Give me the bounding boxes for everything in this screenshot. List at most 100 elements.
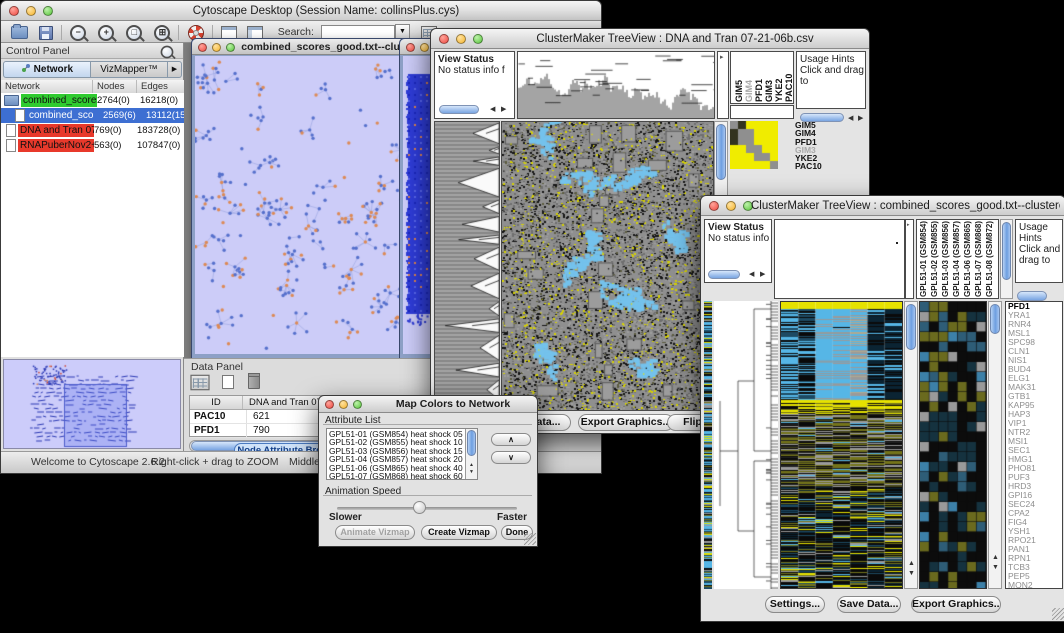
tv1-corner-box	[730, 105, 794, 119]
zoom-in-icon[interactable]: +	[98, 25, 114, 41]
network-list-row[interactable]: combined_scores 2764(0) 16218(0)	[1, 93, 184, 108]
close-button[interactable]	[198, 43, 207, 52]
treeview2-title: ClusterMaker TreeView : combined_scores_…	[751, 200, 1060, 212]
zoom-button[interactable]	[43, 6, 53, 16]
main-titlebar[interactable]: Cytoscape Desktop (Session Name: collins…	[1, 1, 601, 21]
move-down-button[interactable]: ∨	[491, 451, 531, 464]
network-canvas[interactable]	[195, 56, 429, 354]
scroll-down-icon[interactable]: ▼	[469, 469, 474, 476]
scroll-up-icon[interactable]: ▲	[469, 462, 474, 469]
minimize-button[interactable]	[26, 6, 36, 16]
network-list-row[interactable]: RNAPuberNov2+I 563(0) 107847(0)	[1, 138, 184, 153]
table-icon[interactable]	[190, 375, 209, 391]
tab-vizmapper[interactable]: VizMapper™	[91, 61, 168, 78]
zoom-fit-icon[interactable]: ⊞	[154, 25, 170, 41]
minimize-button[interactable]	[212, 43, 221, 52]
tv2-save-data-button[interactable]: Save Data...	[837, 596, 901, 613]
column-id[interactable]: ID	[190, 396, 243, 409]
tv1-similarity-matrix[interactable]	[730, 121, 778, 169]
vscroll-thumb[interactable]	[990, 304, 1000, 334]
treeview1-titlebar[interactable]: ClusterMaker TreeView : DNA and Tran 07-…	[431, 29, 869, 49]
scroll-down-icon[interactable]: ▼	[908, 570, 915, 577]
close-button[interactable]	[406, 43, 415, 52]
tv1-export-graphics-button[interactable]: Export Graphics...	[578, 414, 674, 431]
dialog-titlebar[interactable]: Map Colors to Network	[319, 396, 537, 413]
tv2-heatmap[interactable]	[781, 302, 902, 588]
tv1-column-dendrogram[interactable]	[518, 52, 714, 118]
minimize-button[interactable]	[339, 400, 348, 409]
panel-search-icon[interactable]	[161, 46, 174, 59]
new-attribute-icon[interactable]	[222, 375, 234, 389]
vscroll-thumb[interactable]	[1002, 222, 1011, 280]
tab-network[interactable]: Network	[3, 61, 91, 78]
column-label: GIM3	[764, 54, 773, 102]
scroll-up-icon[interactable]: ▲	[908, 560, 915, 567]
vscroll-thumb[interactable]	[467, 430, 476, 456]
minimize-button[interactable]	[420, 43, 429, 52]
attribute-list-item[interactable]: GPL51-07 (GSM868) heat shock 60 min	[329, 472, 463, 480]
scroll-left-icon[interactable]: ◀	[749, 271, 754, 278]
network-view-titlebar[interactable]: combined_scores_good.txt--cluste...	[192, 39, 434, 55]
tv2-settings-button[interactable]: Settings...	[765, 596, 825, 613]
gene-label[interactable]: MON2	[1008, 581, 1062, 589]
scroll-right-icon[interactable]: ▶	[858, 115, 863, 122]
tiny-arrow-icon[interactable]: ▸	[907, 222, 910, 229]
zoom-button[interactable]	[226, 43, 235, 52]
tiny-arrow-icon[interactable]: ▸	[720, 54, 724, 61]
minimize-button[interactable]	[726, 201, 736, 211]
tv2-overview-strip[interactable]	[704, 301, 712, 589]
scroll-right-icon[interactable]: ▶	[501, 106, 506, 113]
delete-attribute-icon[interactable]	[248, 375, 260, 389]
speed-slider-thumb[interactable]	[413, 501, 426, 514]
tv2-usage-scrollbar[interactable]	[1017, 291, 1047, 301]
tab-scroll-arrow[interactable]: ▶	[168, 61, 182, 78]
move-up-button[interactable]: ∧	[491, 433, 531, 446]
vscroll-thumb[interactable]	[906, 304, 916, 350]
network-list: combined_scores 2764(0) 16218(0) combine…	[1, 93, 184, 357]
speed-slider-track[interactable]	[337, 507, 517, 510]
treeview2-titlebar[interactable]: ClusterMaker TreeView : combined_scores_…	[701, 196, 1064, 216]
scroll-up-icon[interactable]: ▲	[992, 554, 999, 561]
column-label: GPL51-04 (GSM857)	[952, 220, 963, 297]
tv2-view-status: View Status No status info ◀ ▶	[704, 219, 772, 283]
tv2-status-scrollbar[interactable]	[708, 270, 740, 279]
animate-vizmap-button[interactable]: Animate Vizmap	[335, 525, 415, 540]
close-button[interactable]	[709, 201, 719, 211]
tv1-matrix-row-labels: GIM5GIM4PFD1GIM3YKE2PAC10	[795, 121, 855, 173]
tv2-zoom-heatmap[interactable]	[920, 302, 986, 588]
zoom-button[interactable]	[473, 34, 483, 44]
resize-grip[interactable]	[524, 533, 536, 545]
tv2-zoom-vscrollbar[interactable]: ▲ ▼	[988, 301, 1002, 589]
network-list-row[interactable]: DNA and Tran 07 769(0) 183728(0)	[1, 123, 184, 138]
scroll-left-icon[interactable]: ◀	[490, 106, 495, 113]
zoom-selected-icon[interactable]: □	[126, 25, 142, 41]
close-button[interactable]	[439, 34, 449, 44]
row-label: PAC10	[795, 162, 855, 170]
tv1-heatmap[interactable]	[502, 122, 713, 410]
tv2-row-dendrogram[interactable]	[714, 301, 778, 589]
birdseye-view[interactable]	[4, 360, 180, 448]
tv2-heatmap-panel	[780, 301, 903, 589]
zoom-out-icon[interactable]: −	[70, 25, 86, 41]
network-list-row[interactable]: combined_sco 2569(6) 13112(15)	[1, 108, 184, 123]
zoom-button[interactable]	[353, 400, 362, 409]
save-session-icon[interactable]	[39, 26, 53, 40]
tv1-row-dendrogram[interactable]	[435, 122, 499, 410]
minimize-button[interactable]	[456, 34, 466, 44]
create-vizmap-button[interactable]: Create Vizmap	[421, 525, 497, 540]
close-button[interactable]	[9, 6, 19, 16]
tv1-status-scrollbar[interactable]	[439, 105, 479, 114]
tv2-export-graphics-button[interactable]: Export Graphics...	[911, 596, 1001, 613]
scroll-right-icon[interactable]: ▶	[760, 271, 765, 278]
main-window-title: Cytoscape Desktop (Session Name: collins…	[61, 5, 591, 17]
attribute-list-scrollbar[interactable]: ▲ ▼	[465, 429, 477, 479]
open-file-icon[interactable]	[11, 26, 28, 39]
tv2-heatmap-vscrollbar[interactable]: ▲ ▼	[904, 301, 918, 589]
resize-grip[interactable]	[1052, 608, 1064, 620]
attribute-list[interactable]: GPL51-01 (GSM854) heat shock 05 minGPL51…	[326, 428, 478, 480]
tv1-heatmap-panel	[501, 121, 714, 411]
vscroll-thumb[interactable]	[716, 124, 726, 180]
close-button[interactable]	[325, 400, 334, 409]
scroll-down-icon[interactable]: ▼	[992, 564, 999, 571]
tv2-labels-vscrollbar[interactable]	[1000, 219, 1013, 299]
